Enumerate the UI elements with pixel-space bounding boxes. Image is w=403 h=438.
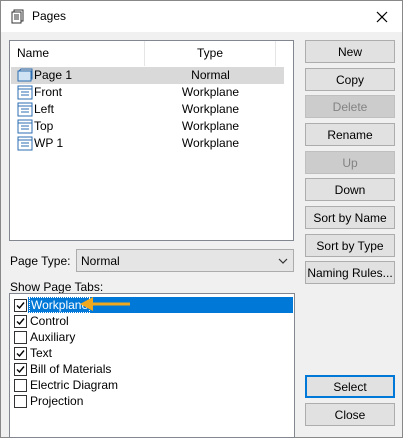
- checkmark-icon: [16, 350, 25, 358]
- checkbox[interactable]: [14, 315, 27, 328]
- checklist-item-electric-diagram[interactable]: Electric Diagram: [11, 377, 293, 393]
- checkbox[interactable]: [14, 363, 27, 376]
- select-button[interactable]: Select: [305, 375, 395, 398]
- pages-icon: [11, 9, 24, 24]
- checkmark-icon: [16, 366, 25, 374]
- row-name: Left: [34, 102, 55, 116]
- row-type: Workplane: [181, 102, 240, 116]
- row-name: Top: [34, 119, 54, 133]
- row-name: WP 1: [34, 136, 64, 150]
- close-window-button[interactable]: [362, 1, 402, 32]
- checkmark-icon: [16, 318, 25, 326]
- checklist-item-control[interactable]: Control: [11, 313, 293, 329]
- list-item[interactable]: Front Workplane: [11, 84, 284, 101]
- checklist-item-auxiliary[interactable]: Auxiliary: [11, 329, 293, 345]
- sort-by-name-button[interactable]: Sort by Name: [305, 206, 395, 229]
- checkbox[interactable]: [14, 395, 27, 408]
- delete-button[interactable]: Delete: [305, 95, 395, 118]
- checklist-item-label: Auxiliary: [30, 330, 76, 344]
- list-item[interactable]: Page 1 Normal: [11, 67, 284, 84]
- checklist-item-workplane[interactable]: Workplane: [11, 297, 293, 313]
- list-item[interactable]: Top Workplane: [11, 118, 284, 135]
- show-page-tabs-label: Show Page Tabs:: [10, 280, 104, 294]
- list-item[interactable]: WP 1 Workplane: [11, 135, 284, 152]
- column-header-name[interactable]: Name: [10, 41, 145, 66]
- row-type: Workplane: [181, 85, 240, 99]
- close-icon: [376, 11, 388, 22]
- row-type: Normal: [191, 68, 230, 82]
- chevron-down-icon: [278, 258, 288, 264]
- checklist-item-label: Control: [30, 314, 69, 328]
- row-type: Workplane: [181, 136, 240, 150]
- pages-dialog: Pages Name Type Page 1 Normal Front Work…: [0, 0, 403, 438]
- new-button[interactable]: New: [305, 40, 395, 63]
- checklist-item-projection[interactable]: Projection: [11, 393, 293, 409]
- window-title: Pages: [32, 9, 67, 23]
- down-button[interactable]: Down: [305, 178, 395, 201]
- checkbox[interactable]: [14, 331, 27, 344]
- title-bar: Pages: [1, 1, 402, 32]
- row-name: Front: [34, 85, 63, 99]
- workplane-icon: [17, 85, 33, 100]
- checkbox[interactable]: [14, 299, 27, 312]
- list-item[interactable]: Left Workplane: [11, 101, 284, 118]
- pages-list[interactable]: Name Type Page 1 Normal Front Workplane: [9, 40, 294, 241]
- up-button[interactable]: Up: [305, 151, 395, 174]
- checklist-item-text[interactable]: Text: [11, 345, 293, 361]
- checkmark-icon: [16, 302, 25, 310]
- page-type-select[interactable]: Normal: [76, 249, 294, 272]
- annotation-arrow-icon: [80, 297, 130, 311]
- row-name: Page 1: [34, 68, 73, 82]
- checklist-item-label: Bill of Materials: [30, 362, 112, 376]
- page-type-label: Page Type:: [10, 254, 71, 268]
- checklist-item-label: Text: [30, 346, 53, 360]
- page-type-value: Normal: [81, 254, 120, 268]
- checklist-item-label: Electric Diagram: [30, 378, 119, 392]
- column-header-type[interactable]: Type: [145, 41, 276, 66]
- checklist-item-bill-of-materials[interactable]: Bill of Materials: [11, 361, 293, 377]
- copy-button[interactable]: Copy: [305, 68, 395, 91]
- page-tabs-checklist[interactable]: Workplane Control Auxiliary Text Bill of…: [9, 293, 295, 438]
- workplane-icon: [17, 102, 33, 117]
- sort-by-type-button[interactable]: Sort by Type: [305, 234, 395, 257]
- workplane-icon: [17, 119, 33, 134]
- row-type: Workplane: [181, 119, 240, 133]
- workplane-icon: [17, 136, 33, 151]
- checkbox[interactable]: [14, 379, 27, 392]
- rename-button[interactable]: Rename: [305, 123, 395, 146]
- checklist-item-label: Projection: [30, 394, 84, 408]
- list-header: Name Type: [10, 41, 293, 66]
- naming-rules-button[interactable]: Naming Rules...: [305, 261, 395, 284]
- checkbox[interactable]: [14, 347, 27, 360]
- page-icon: [17, 68, 33, 82]
- close-button[interactable]: Close: [305, 403, 395, 426]
